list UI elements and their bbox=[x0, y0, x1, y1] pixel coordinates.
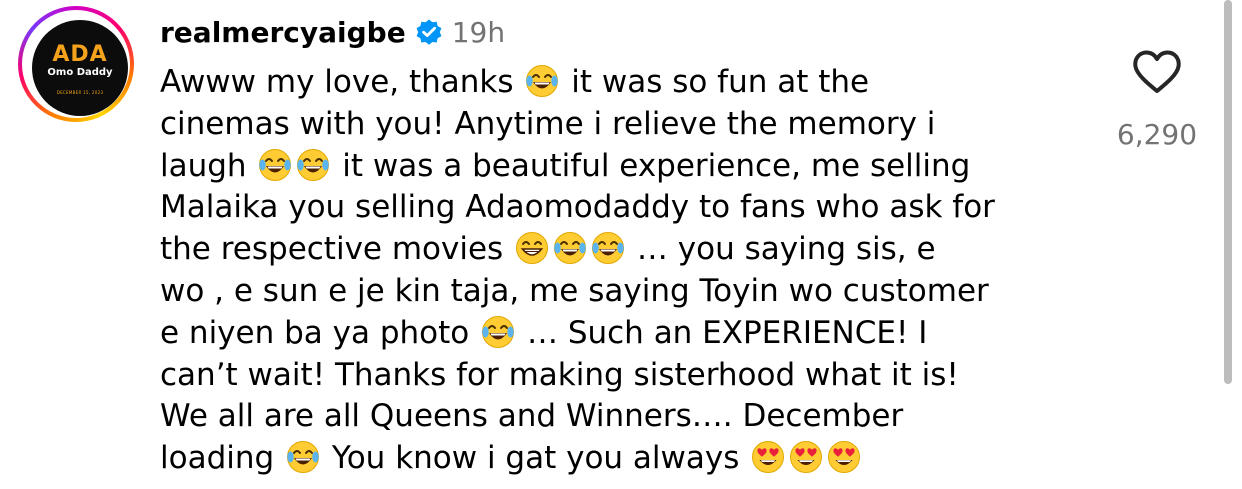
heart-eyes-emoji bbox=[827, 440, 861, 474]
comment-text-segment: loading bbox=[160, 440, 285, 477]
comment-text-segment: the respective movies bbox=[160, 231, 514, 268]
comment-item: ADA Omo Daddy DECEMBER 15, 2023 realmerc… bbox=[0, 0, 1242, 489]
comment-text-line: loading You know i gat you always bbox=[160, 438, 1090, 480]
avatar[interactable]: ADA Omo Daddy DECEMBER 15, 2023 bbox=[32, 20, 128, 116]
comment-text-line: laugh it was a beautiful experience, me … bbox=[160, 146, 1090, 188]
comment-text-segment: e niyen ba ya photo bbox=[160, 314, 480, 351]
comment-text-segment: cinemas with you! Anytime i relieve the … bbox=[160, 105, 936, 142]
comment-text-segment: Malaika you selling Adaomodaddy to fans … bbox=[160, 189, 995, 226]
comment-text-line: Malaika you selling Adaomodaddy to fans … bbox=[160, 187, 1090, 229]
comment-text-segment: You know i gat you always bbox=[322, 440, 750, 477]
comment-text-line: can’t wait! Thanks for making sisterhood… bbox=[160, 355, 1090, 397]
comment-text-segment: We all are all Queens and Winners…. Dece… bbox=[160, 398, 904, 435]
beaming-face-emoji bbox=[515, 231, 549, 265]
comment-timestamp[interactable]: 19h bbox=[452, 16, 505, 49]
avatar-logo-title: ADA bbox=[52, 42, 108, 67]
comment-text-line: cinemas with you! Anytime i relieve the … bbox=[160, 104, 1090, 146]
face-with-tears-of-joy-emoji bbox=[553, 231, 587, 265]
face-with-tears-of-joy-emoji bbox=[481, 315, 515, 349]
username-link[interactable]: realmercyaigbe bbox=[160, 16, 406, 49]
comment-text-segment: it was so fun at the bbox=[561, 64, 870, 100]
comment-text-segment: wo , e sun e je kin taja, me saying Toyi… bbox=[160, 272, 989, 309]
comment-text-segment: can’t wait! Thanks for making sisterhood… bbox=[160, 356, 959, 393]
face-with-tears-of-joy-emoji bbox=[258, 148, 292, 182]
comment-text-segment: laugh bbox=[160, 147, 257, 184]
comment-text-segment: … you saying sis, e bbox=[627, 231, 936, 268]
comment-text: Awww my love, thanks it was so fun at th… bbox=[160, 62, 1090, 480]
avatar-logo-subtitle: Omo Daddy bbox=[47, 67, 113, 78]
avatar-ring-gap: ADA Omo Daddy DECEMBER 15, 2023 bbox=[22, 10, 130, 118]
avatar-story-ring[interactable]: ADA Omo Daddy DECEMBER 15, 2023 bbox=[18, 6, 134, 122]
like-count: 6,290 bbox=[1116, 118, 1198, 151]
heart-outline-icon[interactable] bbox=[1131, 48, 1183, 96]
comment-header: realmercyaigbe 19h bbox=[160, 10, 505, 54]
scrollbar[interactable] bbox=[1224, 0, 1232, 384]
face-with-tears-of-joy-emoji bbox=[591, 231, 625, 265]
face-with-tears-of-joy-emoji bbox=[296, 148, 330, 182]
comment-text-line: e niyen ba ya photo … Such an EXPERIENCE… bbox=[160, 313, 1090, 355]
comment-text-line: wo , e sun e je kin taja, me saying Toyi… bbox=[160, 271, 1090, 313]
comment-text-segment: Awww my love, thanks bbox=[160, 64, 524, 100]
face-with-tears-of-joy-emoji bbox=[286, 440, 320, 474]
comment-text-line: Awww my love, thanks it was so fun at th… bbox=[160, 62, 1090, 104]
comment-text-line: We all are all Queens and Winners…. Dece… bbox=[160, 396, 1090, 438]
comment-text-segment: it was a beautiful experience, me sellin… bbox=[332, 147, 971, 184]
heart-eyes-emoji bbox=[751, 440, 785, 474]
comment-text-segment: … Such an EXPERIENCE! I bbox=[517, 314, 928, 351]
avatar-logo-date: DECEMBER 15, 2023 bbox=[56, 90, 104, 95]
verified-badge-icon bbox=[414, 17, 444, 47]
comment-text-line: the respective movies … you saying sis, … bbox=[160, 229, 1090, 271]
heart-eyes-emoji bbox=[789, 440, 823, 474]
face-with-tears-of-joy-emoji bbox=[525, 64, 559, 98]
